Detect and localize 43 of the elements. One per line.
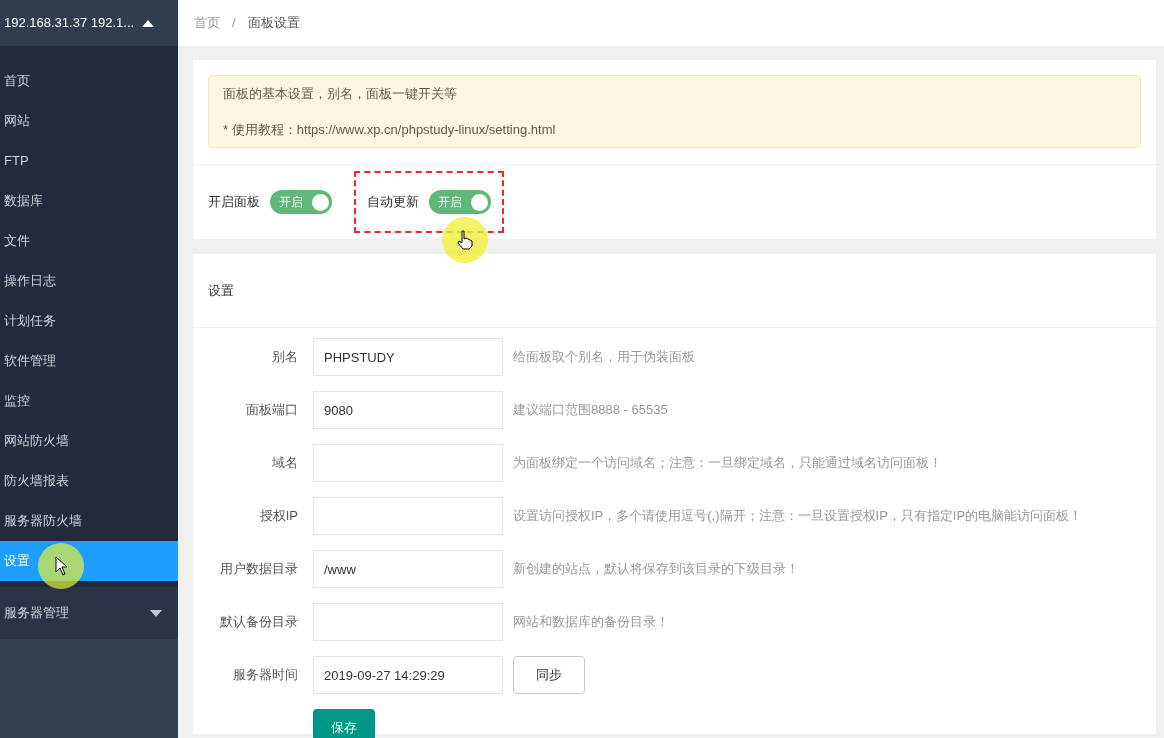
field-label: 授权IP: [258, 507, 299, 526]
notice-text: * 使用教程：https://www.xp.cn/phpstudy-linux/setting.html: [223, 120, 557, 139]
field-label: 用户数据目录: [219, 560, 299, 579]
notice-text: 面板的基本设置，别名，面板一键开关等: [223, 85, 458, 103]
input-field[interactable]: [313, 497, 503, 535]
field-label: 默认备份目录: [219, 613, 299, 632]
save-button[interactable]: 保存: [313, 709, 375, 738]
sidebar-item[interactable]: 数据库: [0, 181, 178, 221]
sync-button[interactable]: 同步: [513, 656, 585, 694]
input-field[interactable]: PHPSTUDY: [313, 338, 503, 376]
section-title: 设置: [208, 281, 234, 300]
sidebar-item[interactable]: 监控: [0, 381, 178, 421]
field-hint: 新创建的站点，默认将保存到该目录的下级目录！: [512, 560, 799, 579]
switch-label: 开启面板: [208, 193, 260, 212]
sidebar-item[interactable]: 网站: [0, 101, 178, 141]
field-label: 别名: [271, 348, 299, 367]
breadcrumb-separator: /: [232, 14, 236, 33]
sidebar-item[interactable]: 防火墙报表: [0, 461, 178, 501]
switch-label: 自动更新: [367, 193, 419, 212]
sidebar-item[interactable]: FTP: [0, 141, 178, 181]
input-field[interactable]: [313, 444, 503, 482]
sidebar-item[interactable]: 服务器防火墙: [0, 501, 178, 541]
sidebar-item[interactable]: 文件: [0, 221, 178, 261]
breadcrumb-link[interactable]: 面板设置: [247, 13, 300, 33]
field-label: 域名: [271, 454, 299, 473]
sidebar-group[interactable]: 服务器管理: [0, 587, 178, 639]
sidebar-item[interactable]: 软件管理: [0, 341, 178, 381]
input-field[interactable]: /www: [313, 550, 503, 588]
arrow-cursor-icon: [54, 556, 68, 576]
field-hint: 网站和数据库的备份目录！: [512, 613, 669, 632]
field-label: 面板端口: [245, 401, 299, 420]
sidebar-item[interactable]: 首页: [0, 61, 178, 101]
sidebar-item[interactable]: 操作日志: [0, 261, 178, 301]
input-field[interactable]: 2019-09-27 14:29:29: [313, 656, 503, 694]
field-hint: 建议端口范围8888 - 65535: [512, 401, 668, 420]
sidebar-item[interactable]: 计划任务: [0, 301, 178, 341]
server-selector[interactable]: 192.168.31.37 192.1...: [0, 0, 178, 46]
input-field[interactable]: [313, 603, 503, 641]
sidebar-item[interactable]: 网站防火墙: [0, 421, 178, 461]
field-label: 服务器时间: [232, 666, 299, 685]
input-field[interactable]: 9080: [313, 391, 503, 429]
hand-cursor-icon: [457, 230, 473, 250]
field-hint: 给面板取个别名，用于伪装面板: [512, 348, 695, 367]
